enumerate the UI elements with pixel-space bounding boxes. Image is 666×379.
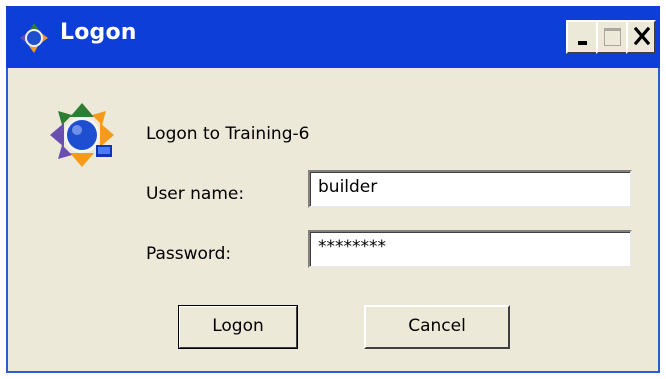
app-logo-icon — [50, 103, 114, 167]
title-bar[interactable]: Logon — [6, 6, 660, 68]
password-input[interactable]: ******** — [308, 230, 632, 268]
dialog-heading: Logon to Training-6 — [146, 124, 310, 144]
close-icon — [634, 27, 650, 45]
window-title: Logon — [60, 20, 137, 45]
username-input[interactable]: builder — [308, 170, 632, 208]
minimize-button[interactable] — [566, 20, 598, 54]
app-logo-icon — [20, 23, 48, 53]
username-label: User name: — [146, 184, 245, 204]
password-label: Password: — [146, 244, 232, 264]
minimize-icon — [578, 41, 587, 45]
logon-dialog-window: Logon Logon to Training-6 User name: bui… — [6, 6, 660, 373]
maximize-icon — [604, 28, 621, 46]
cancel-button[interactable]: Cancel — [364, 305, 510, 349]
maximize-button[interactable] — [596, 20, 628, 54]
close-button[interactable] — [626, 20, 656, 54]
logon-button[interactable]: Logon — [178, 305, 298, 349]
